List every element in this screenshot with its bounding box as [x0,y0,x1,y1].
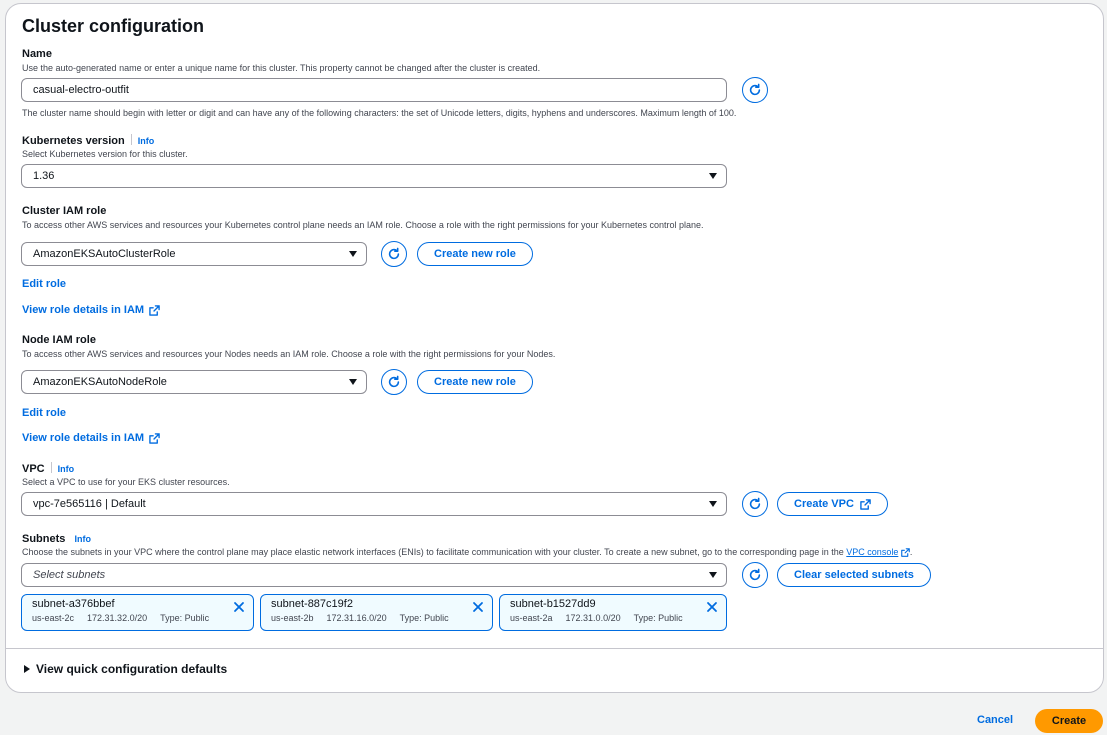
name-refresh-button[interactable] [742,77,768,103]
refresh-icon [749,497,761,510]
create-button[interactable]: Create [1035,709,1103,733]
subnet-token-meta: us-east-2a 172.31.0.0/20 Type: Public [510,613,716,623]
label-divider [130,134,132,145]
node-role-refresh-button[interactable] [381,369,407,395]
close-icon[interactable] [472,601,484,613]
subnet-token-cidr: 172.31.0.0/20 [565,613,621,623]
cluster-role-value: AmazonEKSAutoClusterRole [33,248,176,260]
cluster-create-role-button[interactable]: Create new role [417,242,533,266]
external-link-icon [860,498,871,510]
subnets-description-end: . [909,547,913,557]
refresh-icon [749,83,761,96]
node-role-select[interactable]: AmazonEKSAutoNodeRole [21,370,367,394]
k8s-version-value: 1.36 [33,170,55,182]
name-label: Name [22,48,52,60]
subnet-token-meta: us-east-2b 172.31.16.0/20 Type: Public [271,613,482,623]
expand-triangle-icon [24,665,30,673]
subnets-select[interactable]: Select subnets [21,563,727,587]
clear-subnets-button[interactable]: Clear selected subnets [777,563,931,587]
caret-down-icon [349,251,357,257]
node-edit-role-link[interactable]: Edit role [22,407,66,419]
node-create-role-button[interactable]: Create new role [417,370,533,394]
subnet-token: subnet-b1527dd9 us-east-2a 172.31.0.0/20 T… [499,594,727,631]
subnets-description-row: Choose the subnets in your VPC where the… [22,547,912,557]
caret-down-icon [709,173,717,179]
cancel-button[interactable]: Cancel [977,714,1013,726]
subnets-description: Choose the subnets in your VPC where the… [22,547,844,557]
node-role-label: Node IAM role [22,334,96,346]
vpc-value: vpc-7e565116 | Default [33,498,146,510]
subnets-label: Subnets [22,533,66,545]
refresh-icon [388,247,400,260]
close-icon[interactable] [233,601,245,613]
caret-down-icon [709,501,717,507]
vpc-label: VPC [22,463,45,475]
cluster-view-role-label: View role details in IAM [22,304,145,316]
cluster-role-select[interactable]: AmazonEKSAutoClusterRole [21,242,367,266]
subnet-token-meta: us-east-2c 172.31.32.0/20 Type: Public [32,613,243,623]
subnet-token-az: us-east-2b [271,613,314,623]
cluster-role-label: Cluster IAM role [22,205,107,217]
external-link-icon [149,432,160,444]
node-role-value: AmazonEKSAutoNodeRole [33,376,167,388]
cluster-name-input[interactable]: casual-electro-outfit [21,78,727,102]
node-view-role-label: View role details in IAM [22,432,145,444]
close-icon[interactable] [706,601,718,613]
external-link-icon [149,304,160,316]
subnet-token-name: subnet-a376bbef [32,598,115,610]
refresh-icon [749,568,761,581]
subnets-info-link[interactable]: Info [74,534,91,544]
quick-config-defaults-expander[interactable]: View quick configuration defaults [24,662,227,676]
vpc-console-link[interactable]: VPC console [846,547,898,557]
subnet-token-type: Type: Public [160,613,210,623]
subnet-token-name: subnet-b1527dd9 [510,598,596,610]
subnet-token-type: Type: Public [399,613,449,623]
subnet-token-cidr: 172.31.32.0/20 [87,613,148,623]
k8s-version-description: Select Kubernetes version for this clust… [22,149,188,159]
create-vpc-label: Create VPC [794,497,854,510]
cluster-view-role-link[interactable]: View role details in IAM [22,304,160,316]
vpc-info-link[interactable]: Info [58,464,75,474]
subnets-placeholder: Select subnets [33,569,106,581]
caret-down-icon [709,572,717,578]
subnet-token-type: Type: Public [633,613,683,623]
create-vpc-button[interactable]: Create VPC [777,492,888,516]
cluster-role-description: To access other AWS services and resourc… [22,220,704,230]
node-role-description: To access other AWS services and resourc… [22,349,556,359]
quick-config-defaults-label: View quick configuration defaults [36,662,228,676]
subnets-refresh-button[interactable] [742,562,768,588]
label-divider [50,462,52,473]
name-description: Use the auto-generated name or enter a u… [22,63,541,73]
vpc-refresh-button[interactable] [742,491,768,517]
node-view-role-link[interactable]: View role details in IAM [22,432,160,444]
cluster-configuration-panel: Cluster configuration Name Use the auto-… [5,3,1104,693]
name-constraint-text: The cluster name should begin with lette… [22,108,737,118]
k8s-version-select[interactable]: 1.36 [21,164,727,188]
caret-down-icon [349,379,357,385]
subnet-token-name: subnet-887c19f2 [271,598,353,610]
k8s-version-label: Kubernetes version [22,135,125,147]
refresh-icon [388,375,400,388]
external-link-icon [901,547,910,557]
subnet-token: subnet-a376bbef us-east-2c 172.31.32.0/20… [21,594,254,631]
cluster-role-refresh-button[interactable] [381,241,407,267]
subnets-label-row: Subnets Info [22,533,91,545]
vpc-description: Select a VPC to use for your EKS cluster… [22,477,230,487]
subnet-token-az: us-east-2c [32,613,75,623]
vpc-select[interactable]: vpc-7e565116 | Default [21,492,727,516]
k8s-version-info-link[interactable]: Info [138,136,155,146]
vpc-label-row: VPC Info [22,462,74,475]
cluster-edit-role-link[interactable]: Edit role [22,278,66,290]
subnet-token-cidr: 172.31.16.0/20 [326,613,387,623]
section-divider [6,648,1103,649]
k8s-version-label-row: Kubernetes version Info [22,134,154,147]
subnet-token: subnet-887c19f2 us-east-2b 172.31.16.0/20… [260,594,493,631]
panel-title: Cluster configuration [22,16,205,36]
subnet-token-az: us-east-2a [510,613,553,623]
